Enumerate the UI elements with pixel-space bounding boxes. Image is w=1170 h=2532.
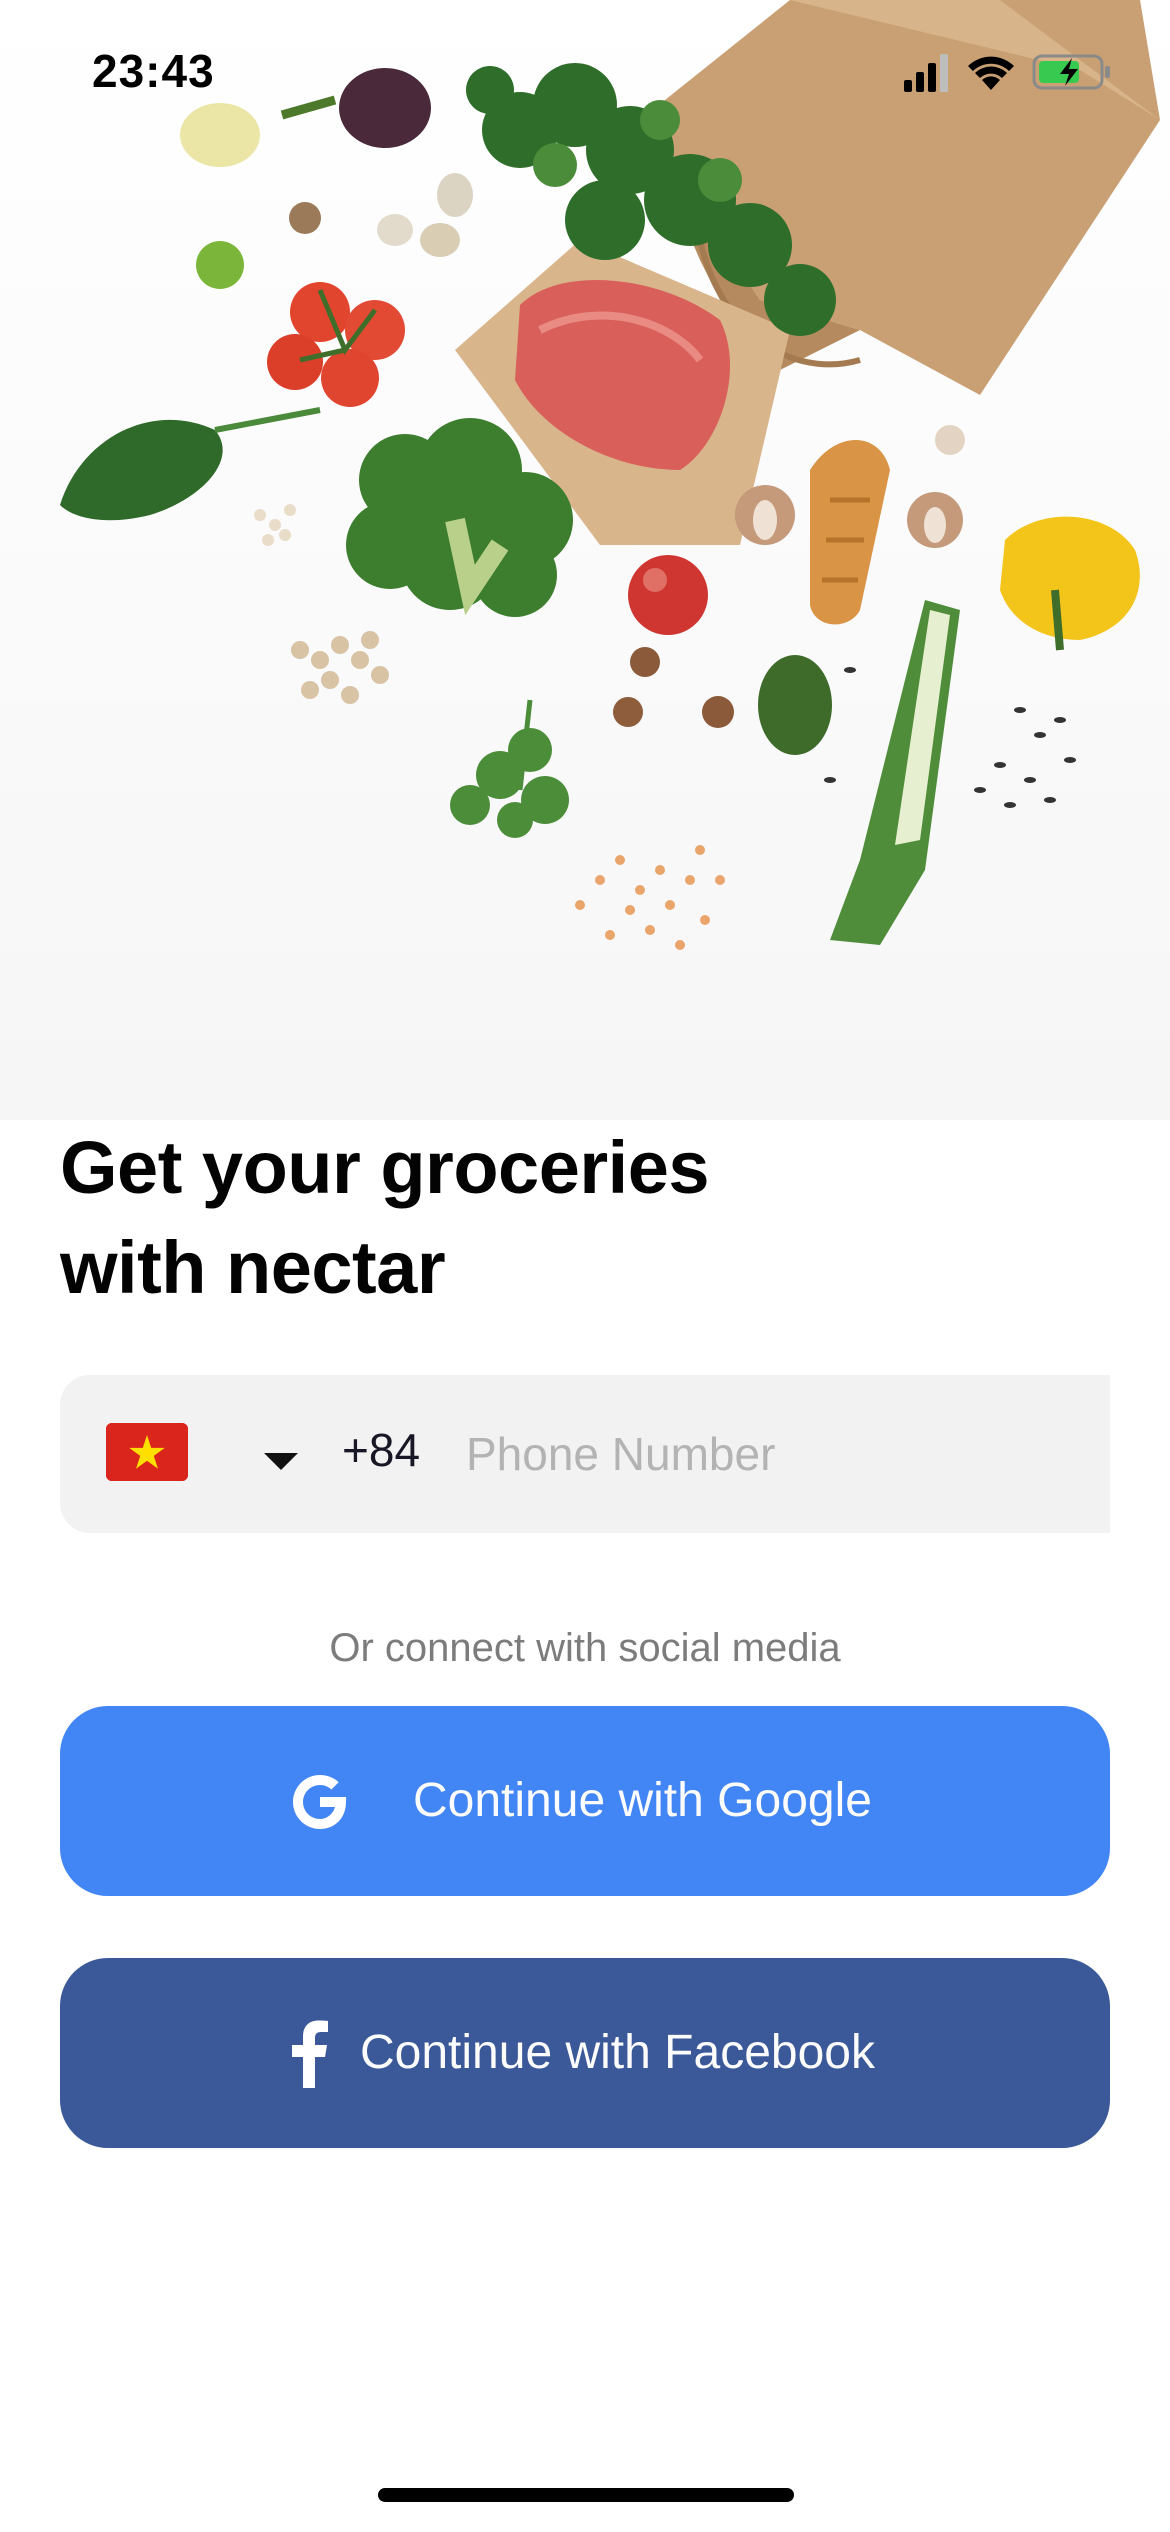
- status-icons: [904, 52, 1114, 96]
- status-bar: 23:43: [0, 0, 1170, 140]
- hero-groceries-image: [0, 0, 1170, 1120]
- cellular-signal-icon: [904, 54, 948, 92]
- wifi-icon: [968, 56, 1014, 90]
- phone-number-field: +84: [60, 1375, 1110, 1533]
- google-button-label: Continue with Google: [413, 1774, 872, 1827]
- status-time: 23:43: [92, 45, 215, 97]
- chevron-down-icon: [264, 1453, 298, 1470]
- home-indicator[interactable]: [378, 2488, 794, 2502]
- battery-charging-icon: [1032, 54, 1110, 90]
- facebook-button-label: Continue with Facebook: [360, 2026, 875, 2079]
- vietnam-flag-icon: [106, 1423, 188, 1481]
- continue-with-facebook-button[interactable]: Continue with Facebook: [60, 1958, 1110, 2148]
- dial-code: +84: [342, 1424, 421, 1476]
- continue-with-google-button[interactable]: Continue with Google: [60, 1706, 1110, 1896]
- google-icon: [293, 1775, 347, 1829]
- headline-line-2: with nectar: [60, 1226, 446, 1309]
- login-screen: 23:43 Get your groceries with nectar +84…: [0, 0, 1170, 2532]
- facebook-icon: [292, 2020, 328, 2088]
- phone-number-input[interactable]: [460, 1409, 1086, 1499]
- social-divider-text: Or connect with social media: [329, 1626, 841, 1670]
- headline: Get your groceries with nectar: [60, 1118, 960, 1318]
- headline-line-1: Get your groceries: [60, 1126, 710, 1209]
- country-code-picker[interactable]: [106, 1419, 298, 1489]
